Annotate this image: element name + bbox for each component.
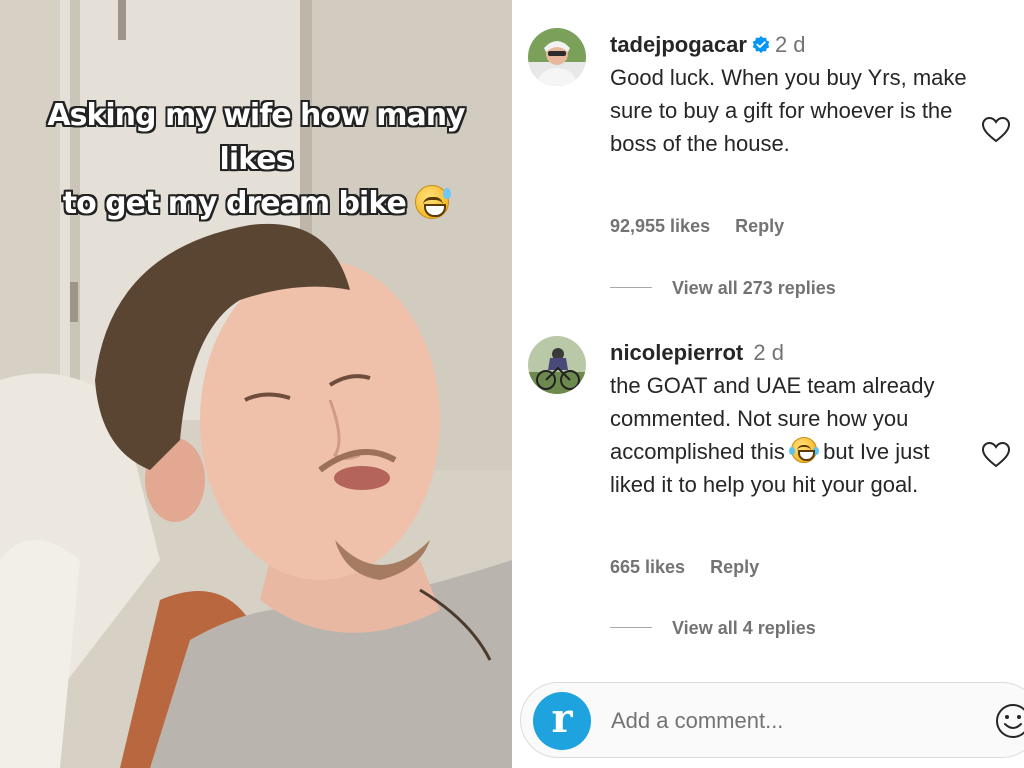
comment-likes-count[interactable]: 665 likes: [610, 557, 685, 577]
comment-timestamp: 2 d: [753, 340, 784, 365]
view-replies-button[interactable]: View all 273 replies: [610, 278, 836, 299]
comment-header: tadejpogacar 2 d: [610, 30, 980, 60]
add-comment-input[interactable]: [611, 701, 951, 741]
emoji-picker-icon[interactable]: [993, 701, 1024, 741]
avatar[interactable]: [528, 336, 586, 394]
add-comment-bar: r: [520, 682, 1024, 758]
comment-likes-count[interactable]: 92,955 likes: [610, 216, 710, 236]
tears-of-joy-emoji-icon: [789, 437, 819, 463]
caption-line-1: Asking my wife how many likes: [47, 98, 465, 177]
comment-username[interactable]: nicolepierrot: [610, 340, 743, 365]
verified-badge-icon: [752, 36, 770, 53]
view-replies-label: View all 4 replies: [672, 618, 816, 638]
video-caption: Asking my wife how many likes to get my …: [20, 94, 492, 226]
comment-text: Good luck. When you buy Yrs, make sure t…: [610, 65, 967, 156]
avatar-image: [528, 336, 586, 394]
view-replies-button[interactable]: View all 4 replies: [610, 618, 816, 639]
caption-line-2-text: to get my dream bike: [62, 186, 407, 221]
like-heart-icon[interactable]: [980, 439, 1012, 471]
comment-actions: 92,955 likes Reply: [610, 216, 804, 237]
replies-divider: [610, 627, 652, 628]
reply-button[interactable]: Reply: [735, 216, 784, 236]
comment-body: nicolepierrot 2 d the GOAT and UAE team …: [610, 338, 980, 501]
video-frame[interactable]: Asking my wife how many likes to get my …: [0, 0, 512, 768]
avatar-image: [528, 28, 586, 86]
comment-body: tadejpogacar 2 d Good luck. When you buy…: [610, 30, 980, 160]
comment-text: the GOAT and UAE team already commented.…: [610, 369, 980, 501]
avatar[interactable]: [528, 28, 586, 86]
replies-divider: [610, 287, 652, 288]
like-heart-icon[interactable]: [980, 114, 1012, 146]
comment-username[interactable]: tadejpogacar: [610, 32, 747, 57]
caption-line-2: to get my dream bike: [20, 182, 492, 226]
grinning-sweat-emoji-icon: [415, 185, 452, 219]
brand-logo-icon: r: [533, 692, 591, 750]
reply-button[interactable]: Reply: [710, 557, 759, 577]
comment-timestamp: 2 d: [774, 32, 806, 57]
view-replies-label: View all 273 replies: [672, 278, 836, 298]
comment-header: nicolepierrot 2 d: [610, 338, 980, 368]
comments-panel: tadejpogacar 2 d Good luck. When you buy…: [512, 0, 1024, 768]
comment-actions: 665 likes Reply: [610, 557, 779, 578]
